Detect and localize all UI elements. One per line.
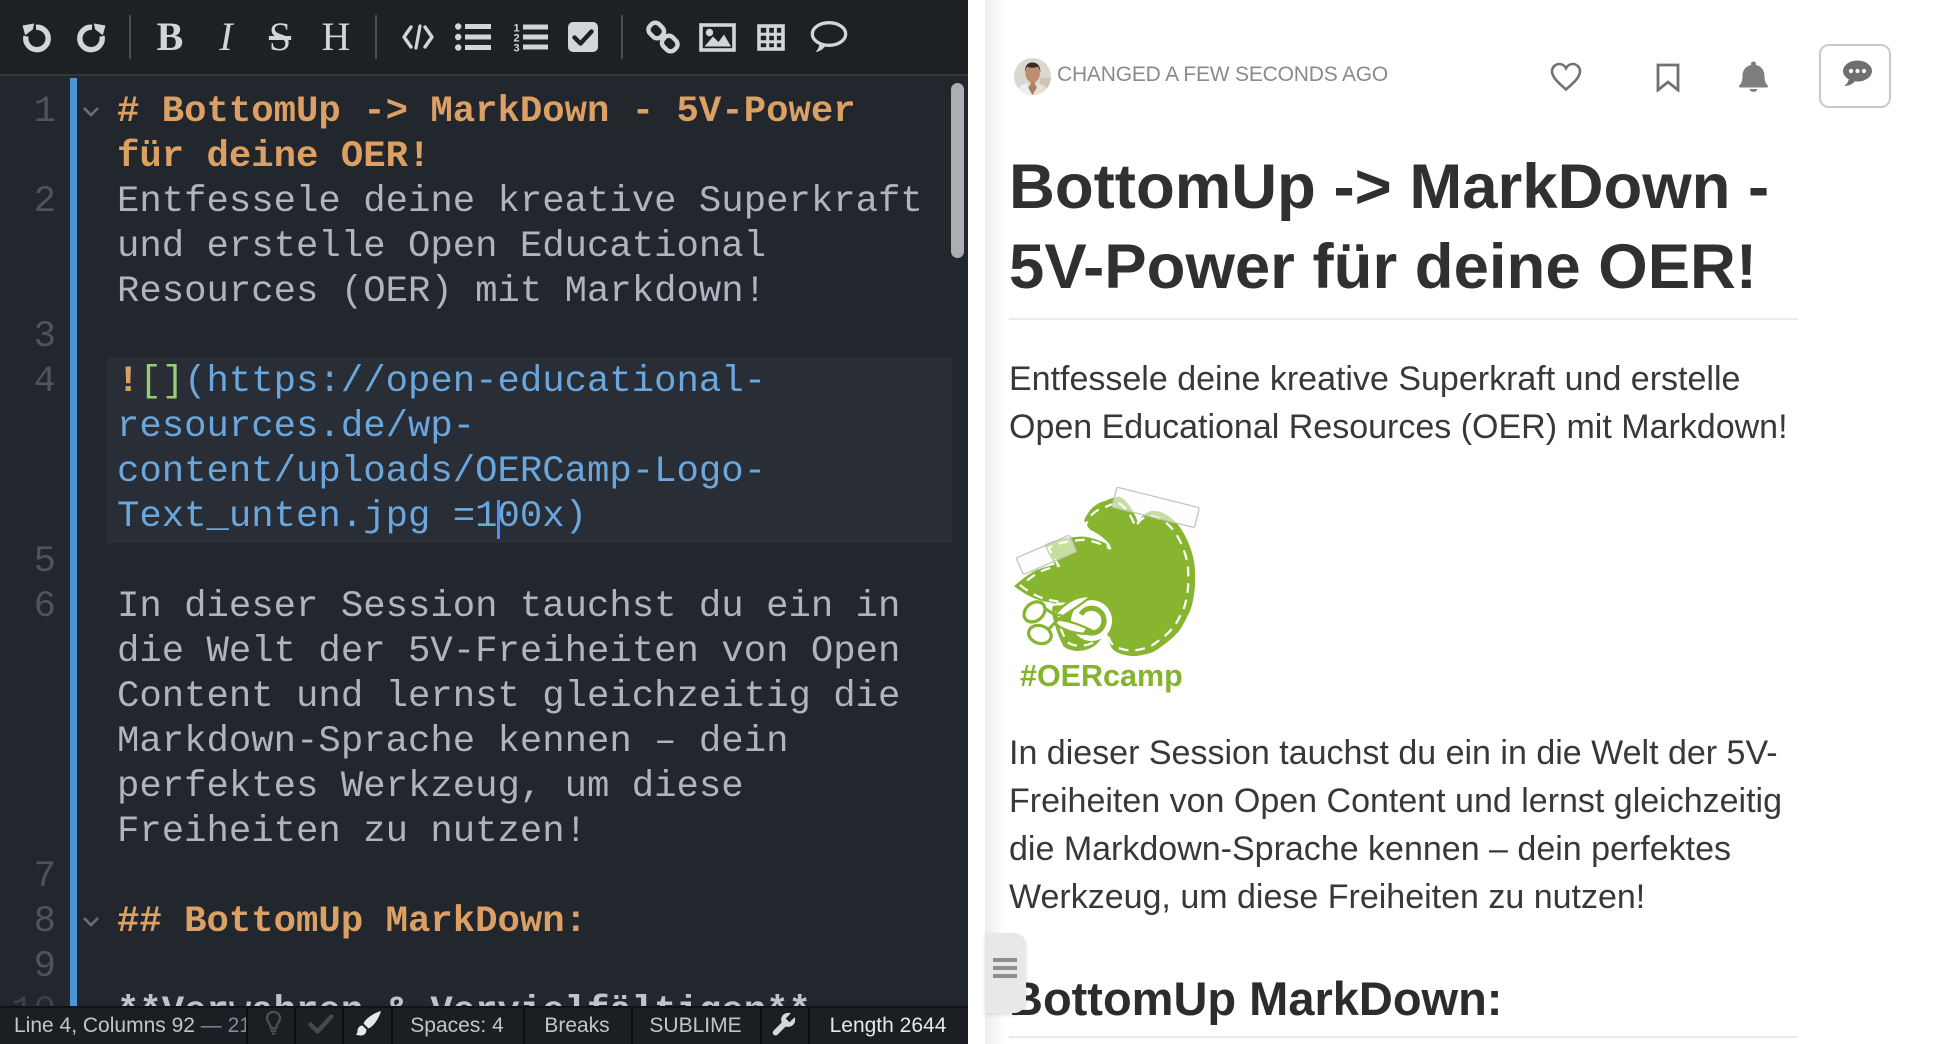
svg-text:3: 3 (514, 43, 520, 53)
